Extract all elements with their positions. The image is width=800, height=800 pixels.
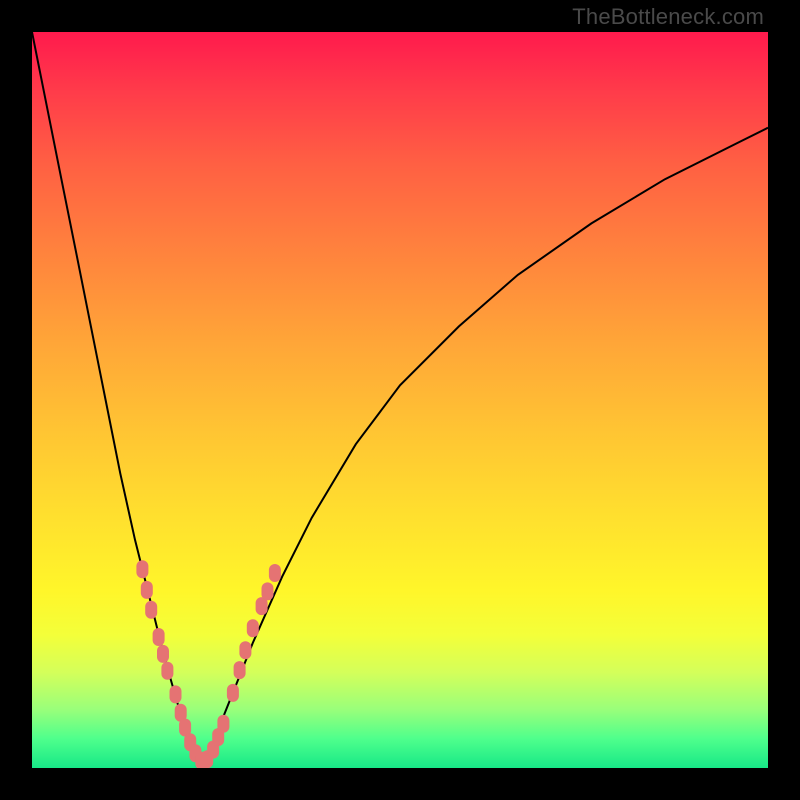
data-marker: [227, 684, 239, 702]
data-marker: [234, 661, 246, 679]
plot-area: [32, 32, 768, 768]
data-marker: [239, 641, 251, 659]
data-marker: [145, 601, 157, 619]
data-marker: [170, 685, 182, 703]
curve-left: [32, 32, 201, 764]
marker-group: [136, 560, 281, 768]
data-marker: [262, 582, 274, 600]
data-marker: [161, 662, 173, 680]
data-marker: [269, 564, 281, 582]
chart-frame: TheBottleneck.com: [0, 0, 800, 800]
data-marker: [217, 715, 229, 733]
data-marker: [136, 560, 148, 578]
watermark-text: TheBottleneck.com: [572, 4, 764, 30]
data-marker: [153, 628, 165, 646]
data-marker: [247, 619, 259, 637]
curve-right: [201, 128, 768, 765]
data-marker: [141, 581, 153, 599]
curve-svg: [32, 32, 768, 768]
data-marker: [157, 645, 169, 663]
